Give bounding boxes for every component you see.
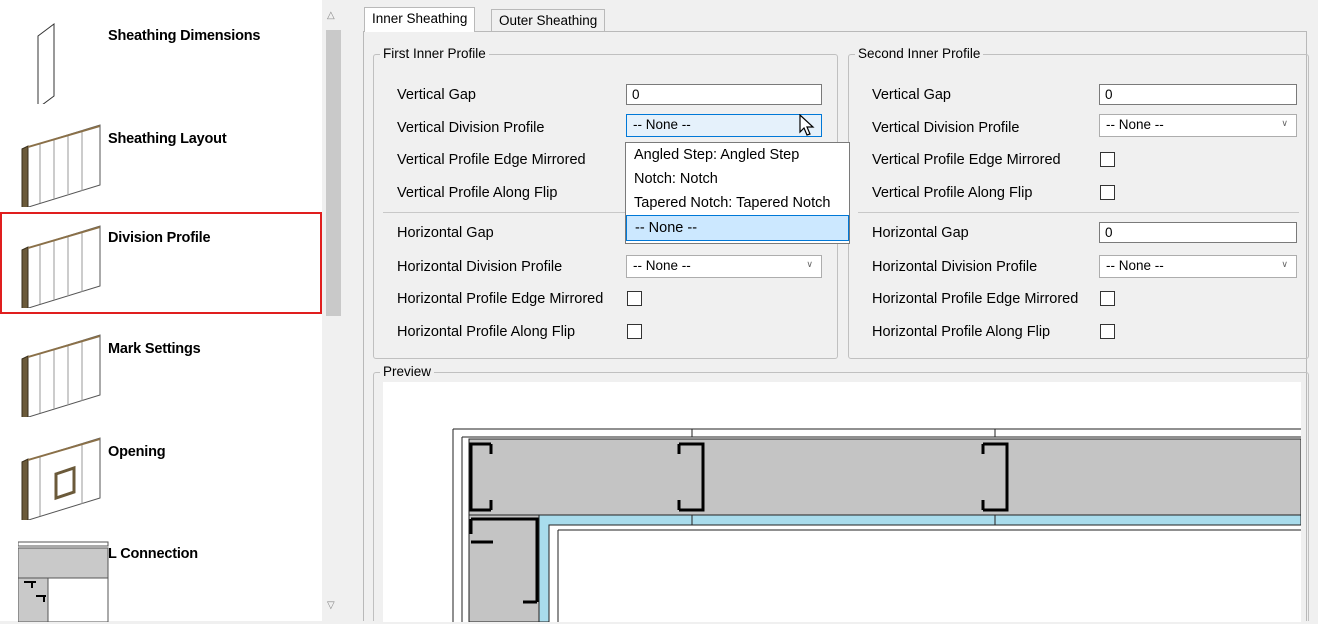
second-vertical-division-combo[interactable]: -- None -- ∨ — [1099, 114, 1297, 137]
sidebar-item-label: Sheathing Dimensions — [108, 28, 261, 44]
vertical-gap-label: Vertical Gap — [397, 87, 476, 103]
category-scrollbar[interactable]: △ ▽ — [322, 0, 345, 621]
vertical-along-flip-label: Vertical Profile Along Flip — [872, 185, 1033, 201]
category-opening[interactable]: Opening — [0, 420, 322, 522]
dropdown-option[interactable]: Notch: Notch — [626, 167, 849, 191]
group-title: Preview — [380, 364, 435, 379]
vertical-division-profile-label: Vertical Division Profile — [397, 120, 545, 136]
second-vertical-along-flip-checkbox[interactable] — [1100, 185, 1115, 200]
dropdown-option[interactable]: Tapered Notch: Tapered Notch — [626, 191, 849, 215]
combo-value: -- None -- — [633, 258, 691, 273]
sidebar-item-label: Sheathing Layout — [108, 131, 227, 147]
first-vertical-division-combo[interactable]: -- None -- — [626, 114, 822, 137]
horizontal-division-profile-label: Horizontal Division Profile — [397, 259, 563, 275]
category-l-connection[interactable]: L Connection — [0, 522, 322, 624]
vertical-edge-mirrored-label: Vertical Profile Edge Mirrored — [397, 152, 586, 168]
first-vertical-gap-input[interactable] — [626, 84, 822, 105]
horizontal-edge-mirrored-label: Horizontal Profile Edge Mirrored — [397, 291, 604, 307]
second-vertical-gap-input[interactable] — [1099, 84, 1297, 105]
chevron-up-icon[interactable]: △ — [327, 10, 335, 21]
sheathing-dimensions-icon — [37, 23, 55, 104]
tab-label: Inner Sheathing — [372, 11, 468, 26]
combo-value: -- None -- — [1106, 117, 1164, 132]
category-mark-settings[interactable]: Mark Settings — [0, 317, 322, 419]
tab-inner-sheathing[interactable]: Inner Sheathing — [364, 7, 476, 32]
tab-label: Outer Sheathing — [499, 13, 598, 28]
category-division-profile[interactable]: Division Profile — [0, 212, 322, 314]
preview-canvas — [383, 382, 1301, 622]
first-horizontal-division-combo[interactable]: -- None -- ∨ — [626, 255, 822, 278]
vertical-gap-label: Vertical Gap — [872, 87, 951, 103]
vertical-division-profile-label: Vertical Division Profile — [872, 120, 1020, 136]
wall-opening-icon — [21, 437, 101, 520]
scrollbar-thumb[interactable] — [326, 30, 341, 316]
wall-panel-icon — [21, 334, 101, 417]
second-horizontal-edge-mirrored-checkbox[interactable] — [1100, 291, 1115, 306]
chevron-down-icon: ∨ — [1281, 118, 1288, 128]
group-title: Second Inner Profile — [855, 46, 984, 61]
preview-group: Preview — [373, 364, 1309, 622]
tab-outer-sheathing[interactable]: Outer Sheathing — [491, 9, 606, 31]
dropdown-option[interactable]: Angled Step: Angled Step — [626, 143, 849, 167]
sidebar-item-label: Opening — [108, 444, 166, 460]
l-connection-icon — [18, 541, 109, 622]
second-horizontal-gap-input[interactable] — [1099, 222, 1297, 243]
second-horizontal-along-flip-checkbox[interactable] — [1100, 324, 1115, 339]
mouse-cursor-icon — [799, 114, 815, 136]
group-divider — [858, 212, 1299, 213]
wall-panel-icon — [21, 225, 101, 308]
combo-value: -- None -- — [1106, 258, 1164, 273]
group-title: First Inner Profile — [380, 46, 489, 61]
horizontal-gap-label: Horizontal Gap — [397, 225, 494, 241]
category-sheathing-layout[interactable]: Sheathing Layout — [0, 107, 322, 209]
horizontal-gap-label: Horizontal Gap — [872, 225, 969, 241]
vertical-edge-mirrored-label: Vertical Profile Edge Mirrored — [872, 152, 1061, 168]
horizontal-edge-mirrored-label: Horizontal Profile Edge Mirrored — [872, 291, 1079, 307]
horizontal-division-profile-label: Horizontal Division Profile — [872, 259, 1038, 275]
wall-panel-icon — [21, 124, 101, 207]
sidebar-item-label: Mark Settings — [108, 341, 201, 357]
division-profile-dropdown-list[interactable]: Angled Step: Angled Step Notch: Notch Ta… — [625, 142, 850, 244]
category-list: Sheathing Dimensions Sheathing Layout Di… — [0, 0, 345, 624]
first-horizontal-along-flip-checkbox[interactable] — [627, 324, 642, 339]
chevron-down-icon: ∨ — [1281, 259, 1288, 269]
chevron-down-icon[interactable]: ▽ — [327, 600, 335, 611]
sidebar-item-label: L Connection — [108, 546, 198, 562]
horizontal-along-flip-label: Horizontal Profile Along Flip — [397, 324, 576, 340]
combo-value: -- None -- — [633, 117, 691, 132]
horizontal-along-flip-label: Horizontal Profile Along Flip — [872, 324, 1051, 340]
chevron-down-icon: ∨ — [806, 259, 813, 269]
second-horizontal-division-combo[interactable]: -- None -- ∨ — [1099, 255, 1297, 278]
second-vertical-edge-mirrored-checkbox[interactable] — [1100, 152, 1115, 167]
wall-section-drawing — [452, 428, 1301, 622]
first-horizontal-edge-mirrored-checkbox[interactable] — [627, 291, 642, 306]
dropdown-option-selected[interactable]: -- None -- — [626, 215, 849, 241]
category-sheathing-dimensions[interactable]: Sheathing Dimensions — [0, 4, 322, 106]
vertical-along-flip-label: Vertical Profile Along Flip — [397, 185, 558, 201]
sidebar-item-label: Division Profile — [108, 230, 211, 246]
